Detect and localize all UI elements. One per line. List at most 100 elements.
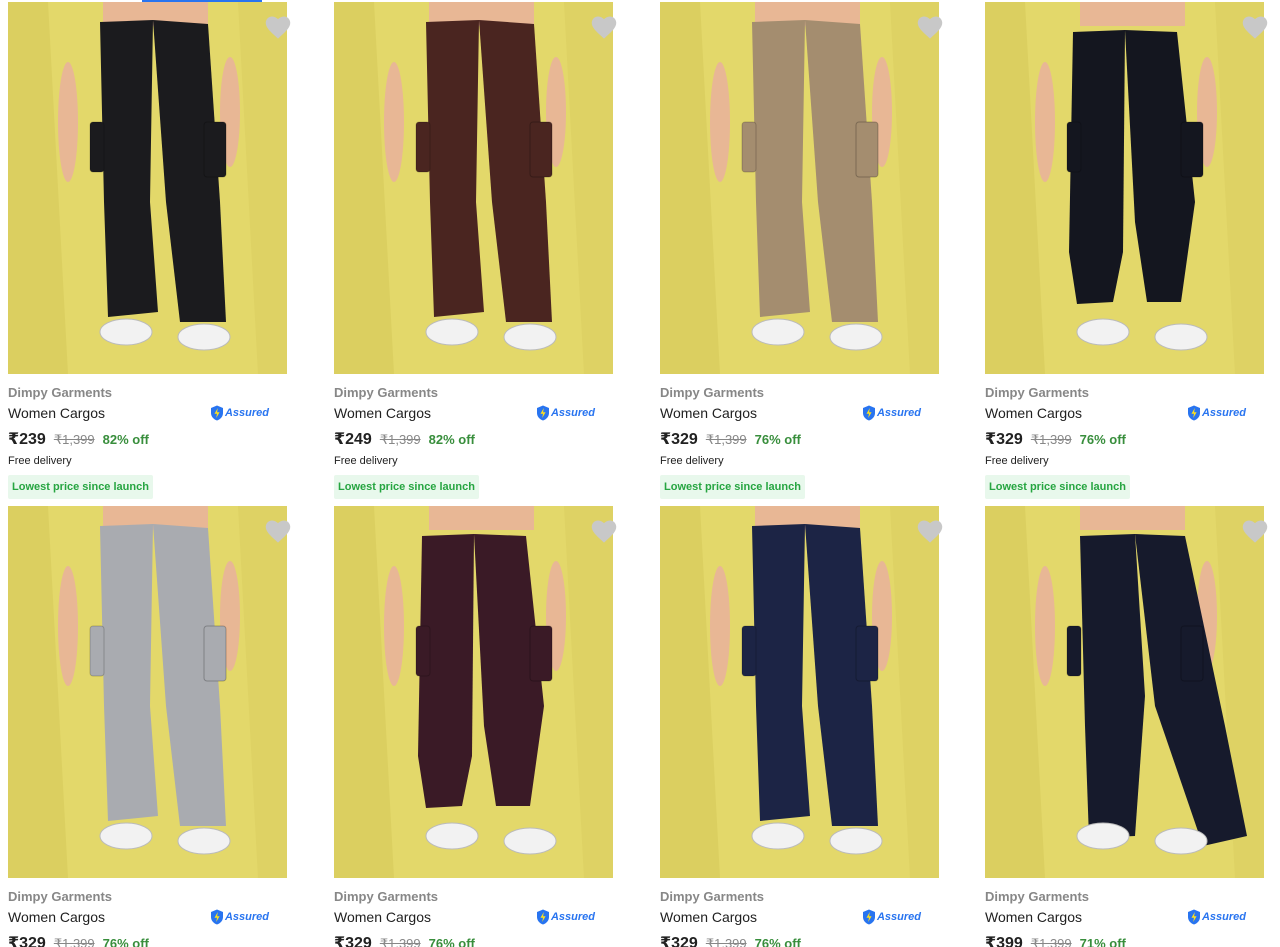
product-brand: Dimpy Garments [8,889,113,904]
wishlist-heart-icon[interactable] [264,14,292,40]
product-brand: Dimpy Garments [334,889,439,904]
discount-percent: 76% off [102,936,149,947]
product-image[interactable] [8,506,287,878]
selling-price: ₹249 [334,431,372,448]
lowest-price-badge: Lowest price since launch [985,475,1130,499]
delivery-info: Free delivery [334,455,398,467]
assured-shield-icon [210,405,224,421]
assured-label: Assured [224,407,269,419]
wishlist-heart-icon[interactable] [590,518,618,544]
delivery-info: Free delivery [985,455,1049,467]
product-info: Dimpy Garments Women Cargos Assured ₹329 ₹1,… [985,385,1264,499]
price-row: ₹329 ₹1,399 76% off [660,933,939,947]
price-row: ₹329 ₹1,399 76% off [660,429,939,448]
selling-price: ₹329 [660,935,698,947]
original-price: ₹1,399 [53,936,95,947]
original-price: ₹1,399 [705,936,747,947]
wishlist-heart-icon[interactable] [916,518,944,544]
assured-label: Assured [876,407,921,419]
assured-badge: Assured [210,405,269,421]
discount-percent: 76% off [1079,432,1126,447]
assured-shield-icon [862,909,876,925]
product-info: Dimpy Garments Women Cargos Assured ₹239 ₹1,… [8,385,287,499]
product-photo [8,506,287,878]
product-brand: Dimpy Garments [660,889,765,904]
price-row: ₹329 ₹1,399 76% off [8,933,287,947]
discount-percent: 76% off [428,936,475,947]
product-title[interactable]: Women Cargos [660,405,757,421]
product-title[interactable]: Women Cargos [8,909,105,925]
selling-price: ₹329 [660,431,698,448]
title-row: Women Cargos Assured [8,404,287,422]
assured-badge: Assured [1187,909,1246,925]
delivery-info: Free delivery [660,455,724,467]
product-image[interactable] [334,506,613,878]
lowest-price-badge: Lowest price since launch [660,475,805,499]
product-info: Dimpy Garments Women Cargos Assured ₹329 ₹1,… [660,385,939,499]
product-title[interactable]: Women Cargos [334,909,431,925]
product-photo [8,2,287,374]
assured-badge: Assured [862,909,921,925]
product-brand: Dimpy Garments [985,385,1090,400]
product-title[interactable]: Women Cargos [334,405,431,421]
discount-percent: 71% off [1079,936,1126,947]
product-title[interactable]: Women Cargos [985,405,1082,421]
original-price: ₹1,399 [53,432,95,447]
selling-price: ₹329 [334,935,372,947]
product-photo [985,506,1264,878]
title-row: Women Cargos Assured [660,908,939,926]
assured-label: Assured [550,407,595,419]
assured-badge: Assured [536,909,595,925]
lowest-price-badge: Lowest price since launch [334,475,479,499]
original-price: ₹1,399 [379,936,421,947]
wishlist-heart-icon[interactable] [1241,14,1269,40]
product-photo [985,2,1264,374]
wishlist-heart-icon[interactable] [264,518,292,544]
price-row: ₹329 ₹1,399 76% off [334,933,613,947]
selling-price: ₹329 [8,935,46,947]
product-brand: Dimpy Garments [8,385,113,400]
price-row: ₹329 ₹1,399 76% off [985,429,1264,448]
original-price: ₹1,399 [1030,432,1072,447]
title-row: Women Cargos Assured [8,908,287,926]
product-info: Dimpy Garments Women Cargos Assured ₹329 ₹1,… [334,889,613,947]
product-image[interactable] [334,2,613,374]
assured-badge: Assured [210,909,269,925]
product-image[interactable] [8,2,287,374]
wishlist-heart-icon[interactable] [916,14,944,40]
wishlist-heart-icon[interactable] [590,14,618,40]
product-photo [660,506,939,878]
wishlist-heart-icon[interactable] [1241,518,1269,544]
product-brand: Dimpy Garments [334,385,439,400]
assured-badge: Assured [862,405,921,421]
discount-percent: 82% off [428,432,475,447]
product-image[interactable] [660,2,939,374]
delivery-info: Free delivery [8,455,72,467]
product-title[interactable]: Women Cargos [660,909,757,925]
title-row: Women Cargos Assured [334,404,613,422]
product-photo [660,2,939,374]
product-title[interactable]: Women Cargos [8,405,105,421]
product-photo [334,2,613,374]
selling-price: ₹399 [985,935,1023,947]
assured-shield-icon [862,405,876,421]
assured-shield-icon [210,909,224,925]
product-image[interactable] [985,506,1264,878]
assured-label: Assured [224,911,269,923]
product-title[interactable]: Women Cargos [985,909,1082,925]
product-brand: Dimpy Garments [660,385,765,400]
product-brand: Dimpy Garments [985,889,1090,904]
product-image[interactable] [985,2,1264,374]
assured-label: Assured [550,911,595,923]
product-info: Dimpy Garments Women Cargos Assured ₹329 ₹1,… [8,889,287,947]
assured-label: Assured [876,911,921,923]
assured-shield-icon [536,909,550,925]
price-row: ₹399 ₹1,399 71% off [985,933,1264,947]
discount-percent: 76% off [754,432,801,447]
original-price: ₹1,399 [379,432,421,447]
original-price: ₹1,399 [1030,936,1072,947]
selling-price: ₹329 [985,431,1023,448]
title-row: Women Cargos Assured [985,404,1264,422]
product-grid: Dimpy Garments Women Cargos Assured ₹239 ₹1,… [0,0,1280,947]
product-image[interactable] [660,506,939,878]
